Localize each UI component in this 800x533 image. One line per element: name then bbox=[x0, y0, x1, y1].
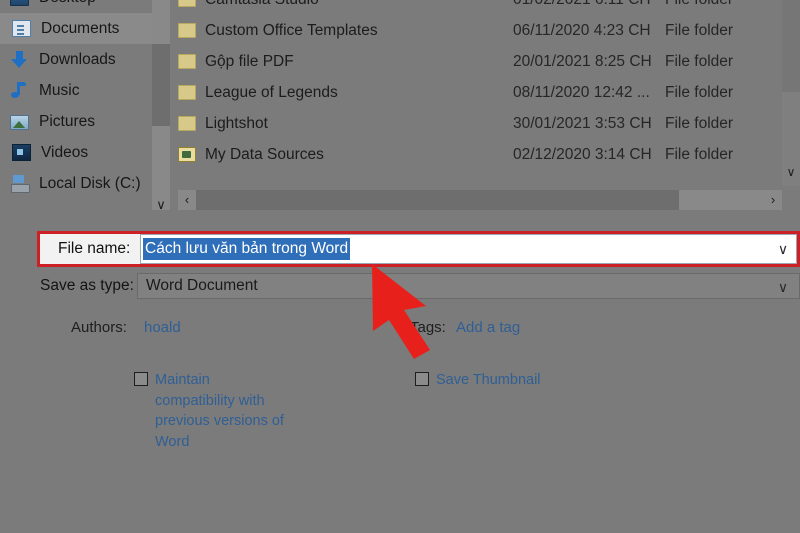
sidebar-item-label: Downloads bbox=[39, 50, 116, 68]
file-name: League of Legends bbox=[205, 83, 338, 101]
metadata-row: Authors: hoald Tags: Add a tag bbox=[0, 315, 800, 341]
file-type: File folder bbox=[665, 52, 734, 70]
authors-value[interactable]: hoald bbox=[144, 319, 181, 336]
file-date: 20/01/2021 8:25 CH bbox=[513, 52, 652, 70]
file-date: 01/02/2021 6:11 CH bbox=[513, 0, 665, 9]
sidebar-item-label: Videos bbox=[41, 143, 89, 161]
chevron-right-icon[interactable]: › bbox=[764, 190, 782, 210]
scrollbar-track[interactable] bbox=[196, 190, 764, 210]
navigation-pane[interactable]: Desktop Documents Downloads Music Pictur… bbox=[0, 0, 152, 210]
folder-icon bbox=[178, 116, 196, 131]
sidebar-item-label: Desktop bbox=[39, 0, 96, 5]
file-name: Custom Office Templates bbox=[205, 21, 378, 39]
sidebar-item-documents[interactable]: Documents bbox=[0, 13, 152, 44]
file-date: 30/01/2021 3:53 CH bbox=[513, 114, 652, 132]
filename-row: File name: Cách lưu văn bản trong Word ∨ bbox=[37, 231, 800, 267]
scrollbar-thumb[interactable] bbox=[782, 0, 800, 92]
sidebar-item-desktop[interactable]: Desktop bbox=[0, 0, 152, 13]
chevron-down-icon[interactable]: ∨ bbox=[782, 160, 800, 184]
chevron-down-icon[interactable]: ∨ bbox=[152, 193, 170, 217]
table-row[interactable]: Gộp file PDF 20/01/2021 8:25 CH File fol… bbox=[178, 46, 782, 77]
sidebar-item-music[interactable]: Music bbox=[0, 75, 152, 106]
table-row[interactable]: Custom Office Templates 06/11/2020 4:23 … bbox=[178, 15, 782, 46]
scrollbar-thumb[interactable] bbox=[196, 190, 679, 210]
sidebar-item-label: Music bbox=[39, 81, 80, 99]
file-name: Camtasia Studio bbox=[205, 0, 513, 9]
dialog-footer: ∧ Hide Folders Tools ▾ Save Cancel bbox=[0, 482, 800, 533]
videos-icon bbox=[12, 144, 31, 161]
savetype-select[interactable]: Word Document ∨ bbox=[137, 273, 800, 299]
documents-icon bbox=[12, 20, 31, 37]
savetype-label: Save as type: bbox=[40, 277, 134, 294]
pictures-icon bbox=[10, 115, 29, 130]
folder-icon bbox=[178, 0, 196, 7]
disk-icon bbox=[10, 174, 30, 193]
file-list[interactable]: Camtasia Studio 01/02/2021 6:11 CH File … bbox=[178, 0, 782, 186]
file-date: 06/11/2020 4:23 CH bbox=[513, 21, 651, 39]
maintain-compatibility-label: Maintain compatibility with previous ver… bbox=[155, 372, 284, 450]
sidebar-item-label: Pictures bbox=[39, 112, 95, 130]
add-tag-link[interactable]: Add a tag bbox=[456, 319, 520, 336]
desktop-icon bbox=[10, 0, 29, 6]
scrollbar-thumb[interactable] bbox=[152, 44, 170, 126]
sidebar-item-label: Local Disk (C:) bbox=[39, 174, 141, 192]
sidebar-item-local-disk[interactable]: Local Disk (C:) bbox=[0, 168, 152, 199]
sidebar-item-downloads[interactable]: Downloads bbox=[0, 44, 152, 75]
navigation-pane-scrollbar[interactable] bbox=[152, 0, 170, 210]
table-row[interactable]: My Data Sources 02/12/2020 3:14 CH File … bbox=[178, 139, 782, 170]
folder-icon bbox=[178, 54, 196, 69]
maintain-compatibility-checkbox-group[interactable]: Maintain compatibility with previous ver… bbox=[134, 370, 284, 452]
filename-value: Cách lưu văn bản trong Word bbox=[143, 238, 351, 260]
file-date: 02/12/2020 3:14 CH bbox=[513, 145, 652, 163]
tags-label: Tags: bbox=[410, 319, 446, 336]
folder-special-icon bbox=[178, 147, 196, 162]
downloads-icon bbox=[10, 50, 29, 69]
chevron-down-icon[interactable]: ∨ bbox=[770, 235, 796, 263]
browser-area: Desktop Documents Downloads Music Pictur… bbox=[0, 0, 800, 228]
file-type: File folder bbox=[665, 145, 734, 163]
checkbox[interactable] bbox=[415, 372, 429, 386]
chevron-left-icon[interactable]: ‹ bbox=[178, 190, 196, 210]
save-thumbnail-label: Save Thumbnail bbox=[436, 372, 541, 388]
table-row[interactable]: Lightshot 30/01/2021 3:53 CH File folder bbox=[178, 108, 782, 139]
sidebar-item-videos[interactable]: Videos bbox=[0, 137, 152, 168]
file-type: File folder bbox=[665, 0, 733, 9]
savetype-row: Save as type: Word Document ∨ bbox=[40, 273, 800, 299]
music-icon bbox=[10, 81, 29, 100]
file-type: File folder bbox=[665, 114, 734, 132]
file-date: 08/11/2020 12:42 ... bbox=[513, 83, 650, 101]
file-name: My Data Sources bbox=[205, 145, 324, 163]
authors-label: Authors: bbox=[71, 319, 127, 336]
filename-label: File name: bbox=[40, 241, 140, 257]
folder-icon bbox=[178, 85, 196, 100]
filename-input[interactable]: Cách lưu văn bản trong Word ∨ bbox=[140, 234, 797, 264]
sidebar-item-label: Documents bbox=[41, 19, 120, 37]
file-type: File folder bbox=[665, 21, 734, 39]
file-list-horizontal-scrollbar[interactable]: ‹ › bbox=[178, 190, 782, 210]
savetype-value: Word Document bbox=[146, 277, 258, 294]
file-name: Gộp file PDF bbox=[205, 52, 294, 70]
file-name: Lightshot bbox=[205, 114, 268, 132]
folder-icon bbox=[178, 23, 196, 38]
sidebar-item-pictures[interactable]: Pictures bbox=[0, 106, 152, 137]
checkbox[interactable] bbox=[134, 372, 148, 386]
save-thumbnail-checkbox-group[interactable]: Save Thumbnail bbox=[415, 370, 615, 391]
chevron-down-icon[interactable]: ∨ bbox=[771, 274, 795, 300]
table-row[interactable]: League of Legends 08/11/2020 12:42 ... F… bbox=[178, 77, 782, 108]
file-type: File folder bbox=[665, 83, 734, 101]
table-row[interactable]: Camtasia Studio 01/02/2021 6:11 CH File … bbox=[178, 0, 782, 15]
file-list-vertical-scrollbar[interactable] bbox=[782, 0, 800, 186]
